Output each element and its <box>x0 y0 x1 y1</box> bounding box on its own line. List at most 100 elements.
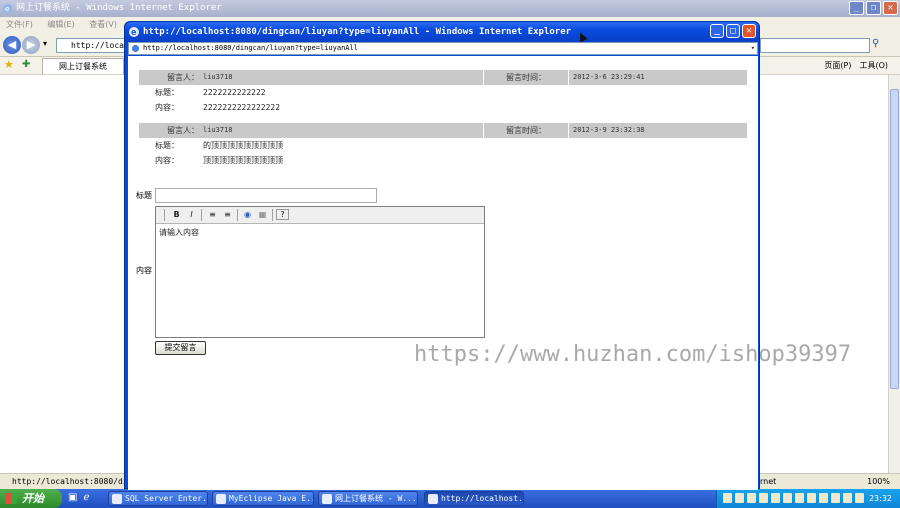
favorites-star-icon[interactable]: ★ <box>4 58 14 71</box>
message-entry: 留言人： liu3718 留言时间： 2012-3-6 23:29:41 标题：… <box>139 70 747 115</box>
svg-text:e: e <box>5 3 10 13</box>
tray-icon[interactable] <box>771 493 780 503</box>
bold-icon[interactable]: B <box>170 209 183 221</box>
maximize-icon[interactable]: □ <box>726 24 740 38</box>
tray-icon[interactable] <box>819 493 828 503</box>
scrollbar-thumb[interactable] <box>890 89 899 389</box>
message-content: 2222222222222222 <box>203 103 281 112</box>
popup-window-controls: _ □ ✕ <box>710 24 756 38</box>
message-header: 留言人： liu3718 留言时间： 2012-3-9 23:32:38 <box>139 123 747 138</box>
message-header: 留言人： liu3718 留言时间： 2012-3-6 23:29:41 <box>139 70 747 85</box>
message-entry: 留言人： liu3718 留言时间： 2012-3-9 23:32:38 标题：… <box>139 123 747 168</box>
background-window-titlebar[interactable]: e 网上订餐系统 - Windows Internet Explorer _ ❐… <box>0 0 900 17</box>
insert-link-icon[interactable]: ◉ <box>241 209 254 221</box>
ie-icon <box>428 494 438 504</box>
message-content-row: 内容： 顶顶顶顶顶顶顶顶顶顶 <box>139 153 747 168</box>
rich-text-editor[interactable]: B I ≡ ≡ ◉ ▦ ? 请输入内容 <box>155 206 485 338</box>
background-tab[interactable]: 网上订餐系统 <box>42 58 124 74</box>
menu-file[interactable]: 文件(F) <box>6 20 33 29</box>
ie-icon: e <box>129 27 139 38</box>
taskbar-item-localhost[interactable]: http://localhost... <box>424 491 524 506</box>
time-label: 留言时间： <box>483 70 569 85</box>
author-label: 留言人： <box>167 73 199 82</box>
sql-server-icon <box>112 494 122 504</box>
add-favorite-icon[interactable]: ✚ <box>22 59 30 70</box>
popup-window: e http://localhost:8080/dingcan/liuyan?t… <box>124 21 760 490</box>
watermark: https://www.huzhan.com/ishop39397 <box>414 342 852 367</box>
back-icon[interactable]: ◀ <box>3 36 21 54</box>
editor-placeholder[interactable]: 请输入内容 <box>159 227 199 239</box>
help-icon[interactable]: ? <box>276 209 289 220</box>
history-dropdown-icon[interactable]: ▾ <box>43 39 47 48</box>
close-icon[interactable]: ✕ <box>742 24 756 38</box>
time-label: 留言时间： <box>483 123 569 138</box>
tools-menu[interactable]: 工具(O) <box>859 59 888 73</box>
italic-icon[interactable]: I <box>185 209 198 221</box>
toolbar-separator <box>237 209 238 221</box>
background-toolbar-right: 页面(P) 工具(O) <box>824 59 888 73</box>
restore-icon[interactable]: ❐ <box>866 1 881 15</box>
subject-label: 标题： <box>155 88 179 97</box>
tray-icon[interactable] <box>807 493 816 503</box>
menu-view[interactable]: 查看(V) <box>89 20 117 29</box>
popup-address: http://localhost:8080/dingcan/liuyan?typ… <box>143 44 358 52</box>
taskbar-item-myeclipse[interactable]: MyEclipse Java E... <box>212 491 314 506</box>
submit-message-button[interactable]: 提交留言 <box>155 341 206 355</box>
ie-icon: e <box>2 3 13 13</box>
tray-icon[interactable] <box>735 493 744 503</box>
form-title-label: 标题 <box>136 191 152 200</box>
ordered-list-icon[interactable]: ≡ <box>206 209 219 221</box>
tray-icon[interactable] <box>723 493 732 503</box>
editor-toolbar: B I ≡ ≡ ◉ ▦ ? <box>156 207 484 224</box>
search-icon[interactable]: ⚲ <box>872 38 879 49</box>
system-tray: 23:32 <box>716 489 900 508</box>
message-subject-row: 标题： 2222222222222 <box>139 85 747 100</box>
clock[interactable]: 23:32 <box>869 489 892 508</box>
toolbar-separator <box>272 209 273 221</box>
taskbar-item-dingcan[interactable]: 网上订餐系统 - W... <box>318 491 418 506</box>
message-content-row: 内容： 2222222222222222 <box>139 100 747 115</box>
tray-icon[interactable] <box>831 493 840 503</box>
tray-icon[interactable] <box>783 493 792 503</box>
background-search-input[interactable] <box>760 38 870 53</box>
background-address-input[interactable]: http://localh <box>56 38 134 53</box>
ie-quicklaunch-icon[interactable]: ℯ <box>83 492 89 503</box>
background-scrollbar[interactable] <box>888 75 900 473</box>
content-label: 内容： <box>155 156 179 165</box>
minimize-icon[interactable]: _ <box>849 1 864 15</box>
title-input[interactable] <box>155 188 377 203</box>
svg-text:e: e <box>131 28 137 38</box>
tray-icon[interactable] <box>855 493 864 503</box>
message-time: 2012-3-6 23:29:41 <box>573 73 645 81</box>
popup-titlebar[interactable]: e http://localhost:8080/dingcan/liuyan?t… <box>125 22 759 42</box>
author-name: liu3718 <box>203 73 233 81</box>
show-desktop-icon[interactable]: ▣ <box>68 492 77 503</box>
tray-icon[interactable] <box>759 493 768 503</box>
page-menu[interactable]: 页面(P) <box>824 59 851 73</box>
unordered-list-icon[interactable]: ≡ <box>221 209 234 221</box>
popup-address-bar[interactable]: http://localhost:8080/dingcan/liuyan?typ… <box>128 42 758 55</box>
author-name: liu3718 <box>203 126 233 134</box>
minimize-icon[interactable]: _ <box>710 24 724 38</box>
ie-icon <box>322 494 332 504</box>
forward-icon[interactable]: ▶ <box>22 36 40 54</box>
insert-table-icon[interactable]: ▦ <box>256 209 269 221</box>
status-url: http://localhost:8080/dingc <box>12 477 143 486</box>
status-zone: rnet <box>760 477 777 486</box>
background-window-controls: _ ❐ ✕ <box>849 1 898 15</box>
subject-label: 标题： <box>155 141 179 150</box>
close-icon[interactable]: ✕ <box>883 1 898 15</box>
message-subject: 2222222222222 <box>203 88 266 97</box>
toolbar-separator <box>164 209 165 221</box>
tray-icon[interactable] <box>795 493 804 503</box>
start-button[interactable]: 开始 <box>0 489 62 508</box>
taskbar: 开始 ▣ ℯ SQL Server Enter... MyEclipse Jav… <box>0 489 900 508</box>
toolbar-separator <box>201 209 202 221</box>
tray-icon[interactable] <box>747 493 756 503</box>
menu-edit[interactable]: 编辑(E) <box>47 20 74 29</box>
taskbar-item-sql-server[interactable]: SQL Server Enter... <box>108 491 208 506</box>
tray-icon[interactable] <box>843 493 852 503</box>
address-dropdown-icon[interactable]: ▾ <box>751 43 755 54</box>
zoom-level[interactable]: 100% <box>867 474 890 489</box>
windows-logo-icon <box>5 493 17 504</box>
